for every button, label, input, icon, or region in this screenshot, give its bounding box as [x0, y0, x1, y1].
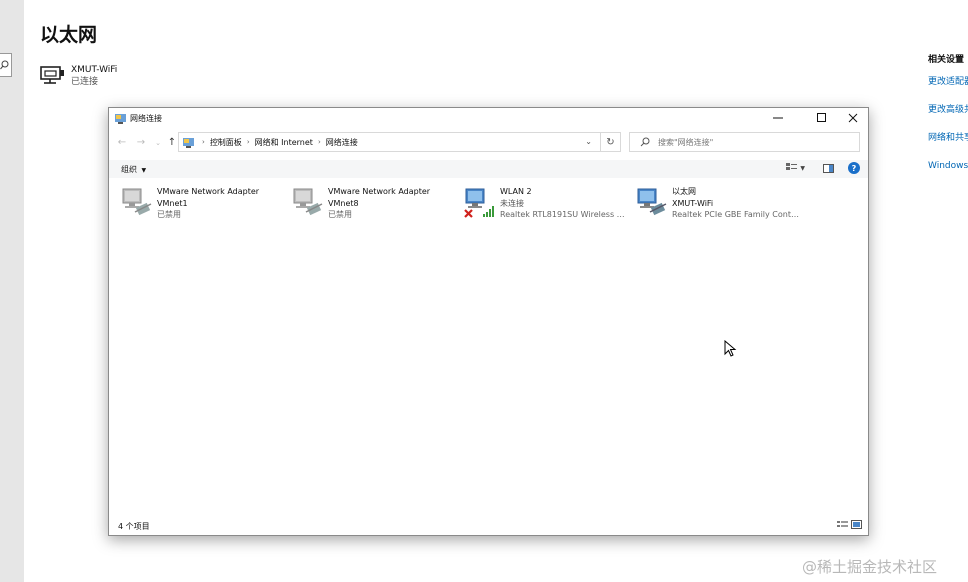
forward-arrow-icon[interactable]: → [134, 137, 148, 149]
minimize-icon [773, 117, 783, 119]
command-bar: 组织 ▼ ▼ ? [109, 160, 868, 178]
close-icon [848, 113, 858, 123]
svg-text:?: ? [852, 164, 857, 173]
organize-label: 组织 [121, 165, 137, 174]
search-input[interactable]: 搜索"网络连接" [629, 132, 860, 152]
related-settings-title: 相关设置 [928, 55, 965, 65]
connection-network: XMUT-WiFi [672, 198, 714, 208]
network-status: 已连接 [71, 77, 99, 87]
network-entry[interactable]: XMUT-WiFi 已连接 [40, 64, 117, 88]
control-panel-icon [183, 137, 194, 148]
ethernet-adapter-icon [637, 188, 667, 216]
network-folder-icon [115, 113, 126, 124]
help-icon[interactable]: ? [848, 162, 860, 174]
breadcrumb-separator-icon: › [317, 138, 321, 146]
connection-device: 已禁用 [328, 210, 352, 219]
chevron-down-icon[interactable]: ⌄ [585, 137, 592, 146]
breadcrumb-network-connections[interactable]: 网络连接 [326, 137, 358, 148]
view-options-icon [786, 163, 798, 170]
back-arrow-icon[interactable]: ← [115, 137, 129, 149]
status-bar: 4 个项目 [109, 518, 868, 535]
close-button[interactable] [838, 108, 868, 128]
breadcrumb-separator-icon: › [202, 138, 205, 146]
page-title: 以太网 [40, 24, 98, 46]
related-settings: 相关设置 更改适配器选项 更改高级共享设置 网络和共享中心 Windows 防火… [928, 52, 968, 186]
breadcrumb-separator-icon: › [246, 138, 250, 146]
minimize-button[interactable] [763, 108, 793, 128]
link-windows-firewall[interactable]: Windows 防火墙 [928, 158, 968, 171]
recent-dropdown-icon[interactable]: ⌄ [151, 137, 165, 149]
preview-pane-icon[interactable] [823, 163, 834, 173]
connection-device: 已禁用 [157, 210, 181, 219]
caret-down-icon: ▼ [141, 167, 147, 174]
connection-name: VMware Network Adapter [157, 187, 260, 196]
connection-name: WLAN 2 [500, 187, 532, 196]
connection-name: VMware Network Adapter [328, 187, 431, 196]
refresh-icon: ↻ [606, 136, 615, 148]
large-icons-view-icon[interactable] [851, 520, 862, 529]
breadcrumb-network-internet[interactable]: 网络和 Internet [255, 137, 313, 148]
breadcrumb-control-panel[interactable]: 控制面板 [210, 137, 242, 148]
network-connections-window: 网络连接 ← → ⌄ ↑ › 控制面板 › 网络和 Internet › 网络连… [108, 107, 869, 536]
window-titlebar[interactable]: 网络连接 [109, 108, 868, 128]
connection-network: VMnet8 [328, 198, 359, 208]
details-view-icon[interactable] [837, 520, 848, 529]
list-item[interactable]: VMware Network Adapter VMnet8 已禁用 [292, 184, 457, 224]
link-network-sharing-center[interactable]: 网络和共享中心 [928, 130, 968, 143]
view-controls: ▼ ? [786, 162, 860, 174]
maximize-button[interactable] [807, 108, 837, 128]
up-arrow-icon[interactable]: ↑ [165, 137, 179, 149]
connections-list: VMware Network Adapter VMnet1 已禁用 VMware… [109, 184, 868, 504]
settings-sidebar [0, 0, 24, 582]
connection-network: VMnet1 [157, 198, 188, 208]
address-row: ← → ⌄ ↑ › 控制面板 › 网络和 Internet › 网络连接 ⌄ ↻ [109, 132, 868, 154]
network-adapter-disabled-icon [122, 188, 152, 216]
change-view-button[interactable]: ▼ [786, 163, 805, 173]
address-bar[interactable]: › 控制面板 › 网络和 Internet › 网络连接 ⌄ [178, 132, 621, 152]
window-title: 网络连接 [130, 113, 162, 123]
list-item[interactable]: 以太网 XMUT-WiFi Realtek PCIe GBE Family Co… [636, 184, 801, 224]
connection-network: 未连接 [500, 198, 524, 208]
maximize-icon [817, 113, 826, 122]
list-item[interactable]: WLAN 2 未连接 Realtek RTL8191SU Wireless L.… [464, 184, 629, 224]
status-view-buttons [837, 520, 862, 529]
list-item[interactable]: VMware Network Adapter VMnet1 已禁用 [121, 184, 286, 224]
connection-name: 以太网 [672, 187, 696, 196]
search-icon [640, 137, 650, 147]
search-placeholder: 搜索"网络连接" [658, 137, 714, 147]
network-name: XMUT-WiFi [71, 65, 118, 75]
organize-menu[interactable]: 组织 ▼ [121, 164, 146, 175]
caret-down-icon: ▼ [800, 164, 805, 172]
sidebar-search-box[interactable] [0, 53, 12, 77]
connection-device: Realtek PCIe GBE Family Contr... [672, 210, 800, 219]
refresh-button[interactable]: ↻ [600, 132, 621, 152]
connection-device: Realtek RTL8191SU Wireless L... [500, 210, 628, 219]
link-change-adapter-options[interactable]: 更改适配器选项 [928, 74, 968, 87]
mouse-cursor-icon [724, 340, 737, 357]
ethernet-icon [40, 66, 64, 84]
search-icon [0, 60, 9, 70]
item-count: 4 个项目 [118, 522, 150, 531]
wifi-adapter-disconnected-icon [464, 188, 494, 218]
link-advanced-sharing[interactable]: 更改高级共享设置 [928, 102, 968, 115]
network-adapter-disabled-icon [293, 188, 323, 216]
watermark: @稀土掘金技术社区 [802, 558, 938, 576]
